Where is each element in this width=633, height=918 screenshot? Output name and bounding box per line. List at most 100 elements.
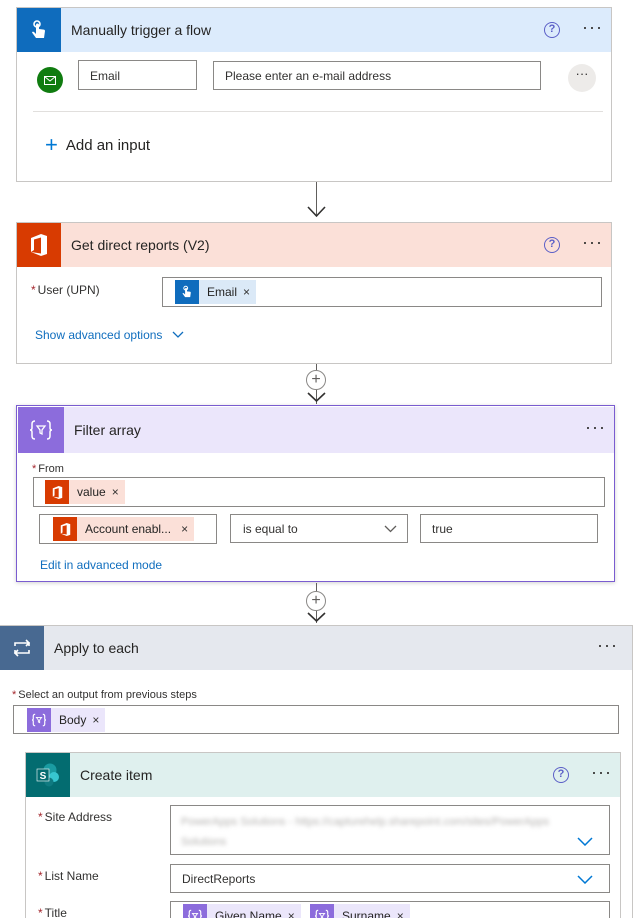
email-token[interactable]: Email × (175, 280, 257, 304)
account-enabled-token-label: Account enabl... (85, 522, 172, 536)
office365-icon (45, 480, 69, 504)
required-marker: * (38, 810, 43, 824)
get-direct-reports-card: Get direct reports (V2) ? ··· * User (UPN… (16, 222, 612, 364)
condition-value-field[interactable]: true (420, 514, 598, 543)
input-name-field[interactable]: Email (78, 60, 197, 90)
email-description-placeholder: Please enter an e-mail address (225, 69, 392, 83)
select-output-label: * Select an output from previous steps (12, 689, 197, 701)
help-icon[interactable]: ? (544, 22, 561, 38)
surname-token[interactable]: Surname × (310, 904, 410, 918)
insert-step-button[interactable]: + (306, 370, 326, 390)
condition-value-text: true (432, 522, 453, 536)
filter-icon (183, 904, 207, 918)
remove-token-icon[interactable]: × (288, 909, 301, 918)
site-address-value: PowerApps Solutions - https://capturehel… (181, 816, 550, 848)
title-label: * Title (38, 906, 67, 918)
edit-advanced-mode-link[interactable]: Edit in advanced mode (40, 558, 162, 572)
arrow-down-icon (307, 392, 326, 403)
manual-trigger-icon (175, 280, 199, 304)
value-token[interactable]: value × (45, 480, 125, 504)
chevron-down-icon (384, 525, 397, 533)
apply-to-each-header[interactable]: Apply to each ··· (0, 626, 632, 670)
from-label: * From (32, 463, 64, 475)
insert-step-button[interactable]: + (306, 591, 326, 611)
remove-token-icon[interactable]: × (92, 713, 105, 727)
body-token-label: Body (59, 713, 87, 727)
add-input-label: Add an input (65, 136, 151, 154)
given-name-token[interactable]: Given Name × (183, 904, 301, 918)
title-field[interactable]: Given Name × Surname × (170, 901, 610, 918)
user-upn-label: * User (UPN) (31, 283, 100, 297)
remove-token-icon[interactable]: × (243, 285, 256, 299)
apply-to-each-title: Apply to each (54, 640, 139, 656)
filter-array-header[interactable]: Filter array ··· (18, 407, 614, 453)
select-output-label-text: Select an output from previous steps (18, 689, 197, 701)
title-label-text: Title (44, 906, 67, 918)
chevron-down-icon (577, 837, 593, 846)
trigger-card-header[interactable]: Manually trigger a flow ? ··· (17, 8, 611, 52)
user-upn-label-text: User (UPN) (37, 283, 100, 297)
required-marker: * (38, 869, 43, 883)
list-name-value: DirectReports (182, 872, 256, 886)
select-output-field[interactable]: Body × (13, 705, 619, 734)
required-marker: * (32, 463, 37, 475)
filter-array-card: Filter array ··· * From value × Account e… (16, 405, 615, 582)
from-label-text: From (38, 463, 64, 475)
list-name-label: * List Name (38, 869, 99, 883)
more-options-button[interactable]: ··· (582, 18, 603, 38)
operator-dropdown[interactable]: is equal to (230, 514, 408, 543)
site-address-label: * Site Address (38, 810, 112, 824)
required-marker: * (38, 906, 43, 918)
required-marker: * (31, 283, 36, 297)
help-icon[interactable]: ? (544, 237, 561, 253)
remove-token-icon[interactable]: × (112, 485, 125, 499)
account-enabled-token[interactable]: Account enabl... × (53, 517, 195, 541)
condition-left-field[interactable]: Account enabl... × (39, 514, 217, 544)
arrow-down-icon (307, 612, 326, 623)
trigger-card: Manually trigger a flow ? ··· Email Plea… (16, 7, 612, 182)
show-advanced-options-link[interactable]: Show advanced options (35, 328, 184, 342)
get-direct-reports-title: Get direct reports (V2) (71, 237, 210, 253)
filter-array-title: Filter array (74, 422, 141, 438)
create-item-header[interactable]: S Create item ? ··· (26, 753, 620, 797)
user-upn-field[interactable]: Email × (162, 277, 602, 307)
site-address-label-text: Site Address (44, 810, 113, 824)
office365-icon (53, 517, 77, 541)
body-token[interactable]: Body × (27, 708, 106, 732)
sharepoint-icon: S (26, 753, 70, 797)
office365-icon (17, 223, 61, 267)
create-item-card: S Create item ? ··· * Site Address PowerA… (25, 752, 621, 918)
required-marker: * (12, 689, 17, 701)
value-token-label: value (77, 485, 106, 499)
loop-icon (0, 626, 44, 670)
plus-icon: + (45, 132, 58, 157)
site-address-dropdown[interactable]: PowerApps Solutions - https://capturehel… (170, 805, 610, 855)
input-name-value: Email (90, 69, 121, 83)
create-item-title: Create item (80, 767, 153, 783)
remove-token-icon[interactable]: × (181, 522, 194, 536)
given-name-token-label: Given Name (215, 909, 282, 918)
arrow-down-icon (307, 206, 326, 218)
filter-icon (310, 904, 334, 918)
from-field[interactable]: value × (33, 477, 605, 507)
email-type-icon (37, 67, 63, 93)
remove-token-icon[interactable]: × (397, 909, 410, 918)
divider (33, 111, 603, 112)
list-name-label-text: List Name (44, 869, 99, 883)
list-name-dropdown[interactable]: DirectReports (170, 864, 610, 893)
more-options-button[interactable]: ··· (591, 763, 612, 783)
chevron-down-icon (577, 875, 593, 884)
surname-token-label: Surname (342, 909, 391, 918)
filter-icon (27, 708, 51, 732)
email-token-label: Email (207, 285, 238, 299)
add-input-button[interactable]: + Add an input (45, 132, 151, 157)
chevron-down-icon (172, 331, 184, 338)
more-options-button[interactable]: ··· (597, 636, 618, 656)
more-options-button[interactable]: ··· (585, 418, 606, 438)
get-direct-reports-header[interactable]: Get direct reports (V2) ? ··· (17, 223, 611, 267)
email-description-field[interactable]: Please enter an e-mail address (213, 61, 541, 90)
input-more-button[interactable]: ··· (568, 64, 596, 92)
svg-text:S: S (40, 771, 47, 782)
help-icon[interactable]: ? (553, 767, 570, 783)
more-options-button[interactable]: ··· (582, 233, 603, 253)
